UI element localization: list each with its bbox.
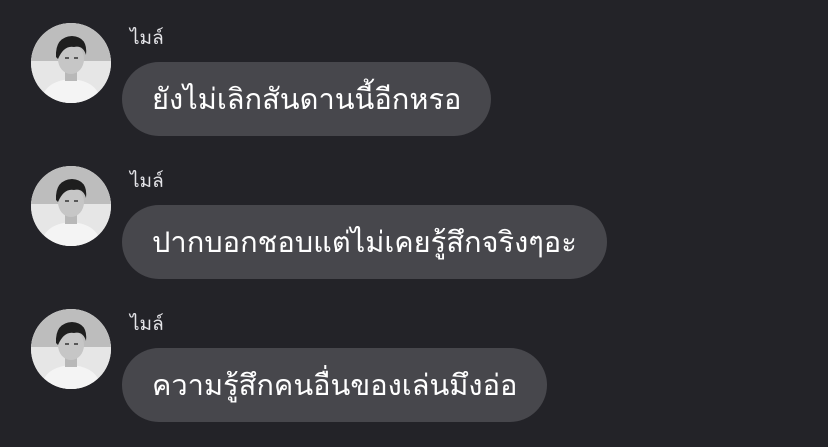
avatar-photo-icon <box>31 166 111 246</box>
message-bubble[interactable]: ความรู้สึกคนอื่นของเล่นมึงอ่อ <box>122 348 548 422</box>
avatar[interactable] <box>31 166 111 246</box>
sender-name: ไมล์ <box>130 170 164 192</box>
message-row: ไมล์ ความรู้สึกคนอื่นของเล่นมึงอ่อ <box>0 286 828 422</box>
avatar[interactable] <box>31 309 111 389</box>
message-row: ไมล์ ปากบอกชอบแต่ไม่เคยรู้สึกจริงๆอะ <box>0 143 828 279</box>
message-bubble[interactable]: ปากบอกชอบแต่ไม่เคยรู้สึกจริงๆอะ <box>122 205 607 279</box>
avatar-photo-icon <box>31 309 111 389</box>
message-bubble[interactable]: ยังไม่เลิกสันดานนี้อีกหรอ <box>122 62 492 136</box>
message-row: ไมล์ ยังไม่เลิกสันดานนี้อีกหรอ <box>0 0 828 136</box>
sender-name: ไมล์ <box>130 27 164 49</box>
sender-name: ไมล์ <box>130 313 164 335</box>
chat-thread: ไมล์ ยังไม่เลิกสันดานนี้อีกหรอ ไมล์ ปากบ… <box>0 0 828 447</box>
avatar[interactable] <box>31 23 111 103</box>
avatar-photo-icon <box>31 23 111 103</box>
